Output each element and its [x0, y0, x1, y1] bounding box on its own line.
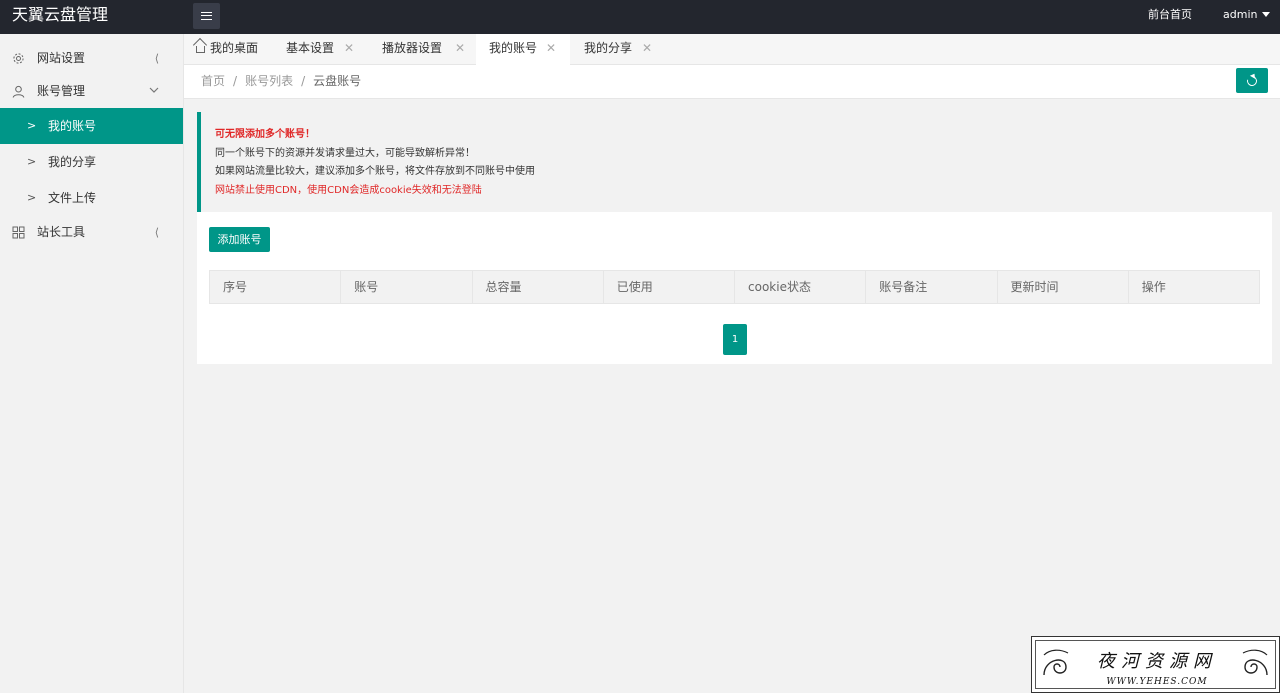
chevron-right-icon: >: [27, 191, 37, 204]
sidebar: 网站设置 ⟨ 账号管理 > 我的账号 > 我的分享 > 文件上传 站长工具 ⟨: [0, 34, 184, 693]
tab-label: 我的分享: [584, 41, 633, 55]
column-header-updated-time[interactable]: 更新时间: [998, 271, 1129, 303]
ornament-icon: [1043, 649, 1069, 676]
notice-box: 可无限添加多个账号！ 同一个账号下的资源并发请求量过大，可能导致解析异常！ 如果…: [197, 112, 1272, 212]
sidebar-group-label: 账号管理: [37, 84, 86, 98]
sidebar-group-site-settings[interactable]: 网站设置 ⟨: [0, 42, 183, 75]
home-icon: [196, 46, 205, 53]
tab-basic-settings[interactable]: 基本设置 ✕: [274, 34, 364, 65]
notice-line: 如果网站流量比较大，建议添加多个账号，将文件存放到不同账号中使用: [215, 166, 535, 177]
front-home-link[interactable]: 前台首页: [1148, 0, 1192, 34]
caret-down-icon: [1262, 12, 1271, 17]
top-header: 天翼云盘管理 前台首页 admin: [0, 0, 1280, 34]
app-title: 天翼云盘管理: [12, 5, 109, 24]
column-header-used[interactable]: 已使用: [604, 271, 735, 303]
sidebar-item-label: 我的账号: [48, 119, 97, 133]
breadcrumb-current: 云盘账号: [313, 74, 362, 88]
user-menu[interactable]: admin: [1223, 0, 1271, 34]
column-header-note[interactable]: 账号备注: [866, 271, 998, 303]
tab-label: 我的桌面: [210, 41, 259, 55]
breadcrumb-bar: 首页 / 账号列表 / 云盘账号: [184, 65, 1280, 99]
watermark-text-graphic: 夜河资源网 WWW.YEHES.COM: [1097, 651, 1217, 687]
content-panel: 添加账号 序号 账号 总容量 已使用 cookie状态 账号备注 更新时间 操作…: [197, 212, 1272, 364]
column-header-actions[interactable]: 操作: [1129, 271, 1259, 303]
notice-title: 可无限添加多个账号！: [215, 129, 315, 140]
tab-my-accounts[interactable]: 我的账号 ✕: [476, 34, 570, 65]
refresh-icon: [1245, 73, 1259, 88]
gear-icon: [13, 53, 24, 64]
tab-desktop[interactable]: 我的桌面: [196, 34, 274, 65]
close-icon[interactable]: ✕: [344, 34, 354, 63]
watermark-name: 夜河资源网: [1097, 651, 1217, 672]
tab-player-settings[interactable]: 播放器设置 ✕: [368, 34, 474, 65]
column-header-total-capacity[interactable]: 总容量: [473, 271, 604, 303]
notice-line: 同一个账号下的资源并发请求量过大，可能导致解析异常！: [215, 147, 475, 159]
breadcrumb-separator: /: [301, 74, 306, 88]
sidebar-item-label: 文件上传: [48, 191, 97, 205]
menu-toggle-button[interactable]: [193, 3, 220, 29]
sidebar-item-my-shares[interactable]: > 我的分享: [0, 144, 183, 180]
chevron-right-icon: >: [27, 119, 37, 132]
watermark-logo: 夜河资源网 WWW.YEHES.COM: [1031, 636, 1280, 693]
accounts-table-header: 序号 账号 总容量 已使用 cookie状态 账号备注 更新时间 操作: [209, 270, 1260, 304]
tab-my-shares[interactable]: 我的分享 ✕: [572, 34, 662, 65]
breadcrumb: 首页 / 账号列表 / 云盘账号: [201, 65, 361, 97]
sidebar-item-my-accounts[interactable]: > 我的账号: [0, 108, 183, 144]
close-icon[interactable]: ✕: [546, 34, 556, 63]
watermark-url: WWW.YEHES.COM: [1106, 677, 1207, 687]
breadcrumb-account-list[interactable]: 账号列表: [245, 74, 293, 88]
sidebar-item-file-upload[interactable]: > 文件上传: [0, 180, 183, 216]
add-account-button[interactable]: 添加账号: [209, 227, 270, 252]
breadcrumb-separator: /: [233, 74, 238, 88]
chevron-down-icon: [149, 87, 159, 93]
column-header-cookie-status[interactable]: cookie状态: [735, 271, 867, 303]
ornament-icon: [1242, 649, 1268, 676]
close-icon[interactable]: ✕: [455, 34, 465, 63]
column-header-account[interactable]: 账号: [341, 271, 473, 303]
tabs-bar: 我的桌面 基本设置 ✕ 播放器设置 ✕ 我的账号 ✕ 我的分享 ✕: [184, 34, 1280, 65]
tab-label: 我的账号: [489, 41, 538, 55]
grid-icon: [12, 226, 25, 239]
sidebar-group-webmaster-tools[interactable]: 站长工具 ⟨: [0, 216, 183, 249]
chevron-left-icon: ⟨: [154, 226, 159, 239]
pagination-page-button[interactable]: 1: [723, 324, 747, 355]
tab-label: 基本设置: [286, 41, 335, 55]
chevron-right-icon: >: [27, 155, 37, 168]
user-icon: [12, 85, 25, 98]
close-icon[interactable]: ✕: [642, 34, 652, 63]
refresh-button[interactable]: [1236, 68, 1268, 93]
sidebar-group-label: 站长工具: [37, 225, 86, 239]
chevron-left-icon: ⟨: [154, 52, 159, 65]
column-header-index[interactable]: 序号: [210, 271, 342, 303]
username: admin: [1223, 8, 1258, 21]
sidebar-group-account-management[interactable]: 账号管理: [0, 75, 183, 108]
sidebar-group-label: 网站设置: [37, 51, 86, 65]
hamburger-icon: [201, 12, 212, 20]
tab-label: 播放器设置: [382, 41, 443, 55]
notice-warning: 网站禁止使用CDN，使用CDN会造成cookie失效和无法登陆: [215, 184, 482, 196]
sidebar-item-label: 我的分享: [48, 155, 97, 169]
breadcrumb-home[interactable]: 首页: [201, 74, 225, 88]
